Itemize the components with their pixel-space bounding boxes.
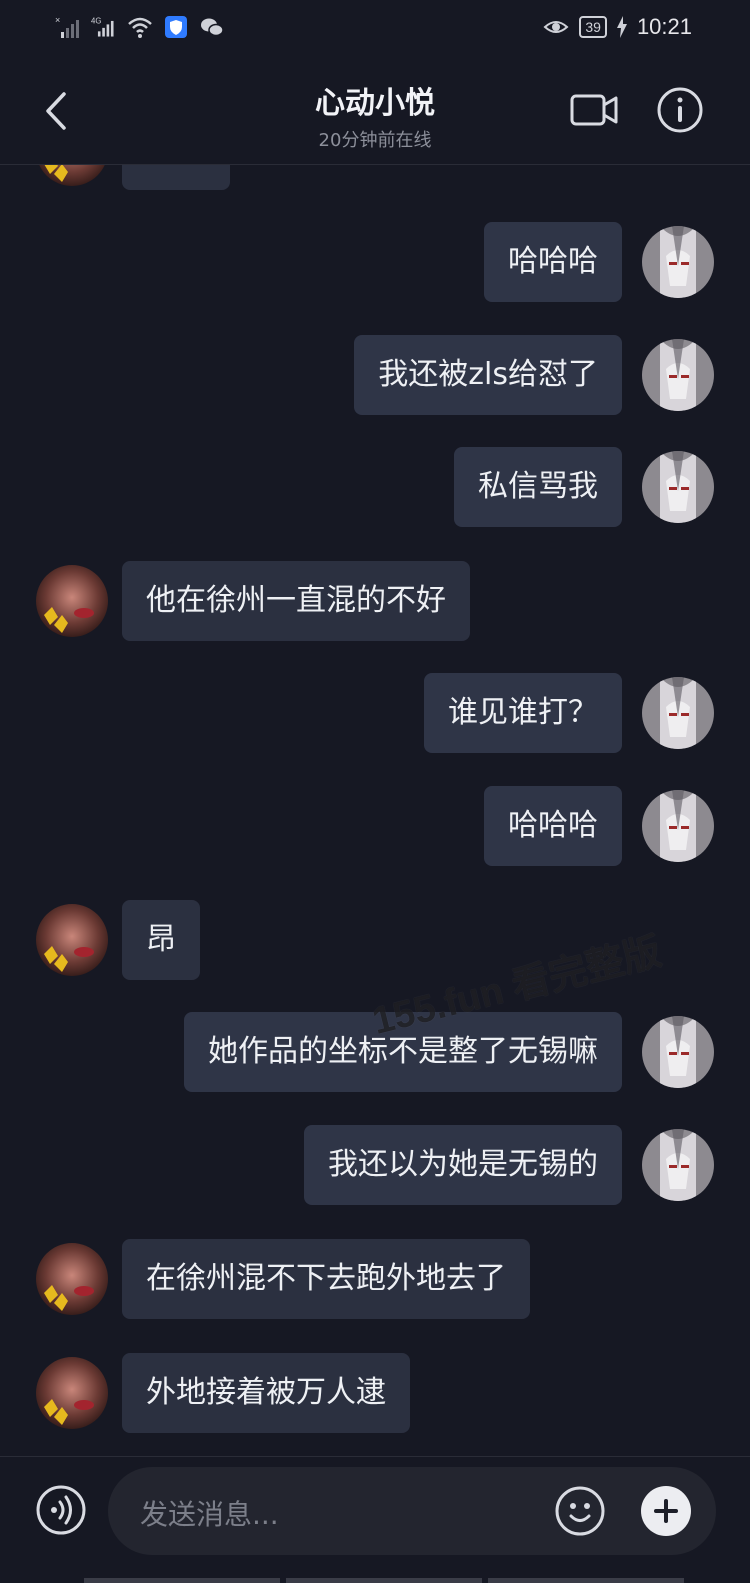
- svg-text:4G: 4G: [91, 17, 101, 26]
- message-outgoing: 我还被zls给怼了: [354, 335, 714, 415]
- message-outgoing: 哈哈哈: [484, 222, 714, 302]
- keyboard-hint-strip: [84, 1578, 684, 1583]
- message-input-placeholder: 发送消息...: [140, 1498, 279, 1531]
- signal-4g-icon: 4G: [91, 17, 114, 37]
- message-bubble[interactable]: 私信骂我: [454, 447, 622, 527]
- status-left: × 4G: [55, 14, 225, 40]
- chat-screen: × 4G 39 10:21 心动小悦 20分钟前在线 哈哈哈 我还被zls给怼了…: [0, 0, 750, 1583]
- message-incoming: 他在徐州一直混的不好: [36, 561, 470, 641]
- message-incoming: 在徐州混不下去跑外地去了: [36, 1239, 530, 1319]
- video-call-icon[interactable]: [570, 90, 620, 130]
- message-bubble[interactable]: 他在徐州一直混的不好: [122, 561, 470, 641]
- header-title-block: 心动小悦 20分钟前在线: [0, 78, 750, 152]
- no-sim-signal-icon: ×: [55, 15, 79, 38]
- message-bubble[interactable]: 外地接着被万人逮: [122, 1353, 410, 1433]
- info-icon[interactable]: [656, 86, 704, 134]
- message-incoming: [36, 165, 230, 190]
- message-outgoing: 谁见谁打？: [424, 673, 714, 753]
- message-bubble[interactable]: 哈哈哈: [484, 222, 622, 302]
- message-bubble[interactable]: 我还以为她是无锡的: [304, 1125, 622, 1205]
- chat-header: 心动小悦 20分钟前在线: [0, 56, 750, 165]
- status-bar: × 4G 39 10:21: [0, 0, 750, 56]
- battery-level: 39: [585, 19, 601, 35]
- my-avatar[interactable]: [642, 1016, 714, 1088]
- message-bubble[interactable]: 昂: [122, 900, 200, 980]
- message-incoming: 昂: [36, 900, 200, 980]
- my-avatar[interactable]: [642, 790, 714, 862]
- svg-text:×: ×: [55, 15, 60, 25]
- message-outgoing: 哈哈哈: [484, 786, 714, 866]
- my-avatar[interactable]: [642, 226, 714, 298]
- charging-icon: [616, 16, 627, 38]
- contact-avatar[interactable]: [36, 165, 108, 186]
- contact-name: 心动小悦: [315, 86, 435, 121]
- status-time: 10:21: [636, 14, 692, 39]
- battery-icon: 39: [579, 16, 607, 38]
- shield-app-icon: [165, 16, 187, 38]
- message-input[interactable]: 发送消息...: [108, 1467, 716, 1555]
- message-bubble[interactable]: 我还被zls给怼了: [354, 335, 622, 415]
- message-bubble[interactable]: [122, 165, 230, 190]
- wifi-icon: [128, 17, 152, 38]
- message-bubble[interactable]: 谁见谁打？: [424, 673, 622, 753]
- message-incoming: 外地接着被万人逮: [36, 1353, 410, 1433]
- wechat-icon: [201, 18, 224, 37]
- eye-icon: [543, 21, 569, 33]
- online-status: 20分钟前在线: [318, 130, 432, 151]
- composer-bar: 发送消息...: [0, 1456, 750, 1583]
- my-avatar[interactable]: [642, 451, 714, 523]
- add-attachment-icon[interactable]: [640, 1485, 692, 1537]
- contact-avatar[interactable]: [36, 904, 108, 976]
- my-avatar[interactable]: [642, 677, 714, 749]
- contact-avatar[interactable]: [36, 1243, 108, 1315]
- status-right: 39 10:21: [543, 14, 692, 40]
- voice-input-icon[interactable]: [36, 1485, 86, 1535]
- contact-avatar[interactable]: [36, 1357, 108, 1429]
- contact-avatar[interactable]: [36, 565, 108, 637]
- message-bubble[interactable]: 在徐州混不下去跑外地去了: [122, 1239, 530, 1319]
- my-avatar[interactable]: [642, 1129, 714, 1201]
- my-avatar[interactable]: [642, 339, 714, 411]
- message-outgoing: 私信骂我: [454, 447, 714, 527]
- message-list[interactable]: 哈哈哈 我还被zls给怼了 私信骂我 他在徐州一直混的不好 谁见谁打？ 哈哈哈 …: [0, 165, 750, 1455]
- message-outgoing: 我还以为她是无锡的: [304, 1125, 714, 1205]
- emoji-icon[interactable]: [554, 1485, 606, 1537]
- message-bubble[interactable]: 哈哈哈: [484, 786, 622, 866]
